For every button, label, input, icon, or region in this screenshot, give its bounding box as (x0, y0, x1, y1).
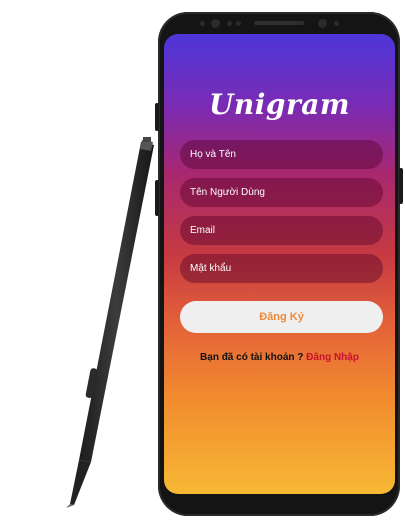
sensor-icon (200, 21, 205, 26)
register-button[interactable]: Đăng Ký (180, 301, 383, 333)
username-input[interactable]: Tên Người Dùng (180, 178, 383, 207)
app-logo: Unigram (208, 88, 350, 121)
earpiece-speaker (254, 21, 304, 25)
power-button (399, 168, 403, 204)
login-link[interactable]: Đăng Nhập (306, 352, 359, 363)
volume-button (155, 180, 159, 216)
sensor-icon (236, 21, 241, 26)
iris-scanner-icon (318, 19, 327, 28)
front-camera-icon (211, 19, 220, 28)
app-screen: Unigram Họ và Tên Tên Người Dùng Email M… (164, 34, 395, 494)
fullname-input[interactable]: Họ và Tên (180, 140, 383, 169)
password-input[interactable]: Mật khẩu (180, 254, 383, 283)
sensor-icon (227, 21, 232, 26)
email-input[interactable]: Email (180, 216, 383, 245)
phone-top-bezel (158, 12, 400, 34)
login-prompt: Bạn đã có tài khoản ? Đăng Nhập (164, 352, 395, 363)
sensor-icon (334, 21, 339, 26)
account-prompt-text: Bạn đã có tài khoản ? (200, 352, 304, 363)
bixby-button (155, 103, 159, 131)
